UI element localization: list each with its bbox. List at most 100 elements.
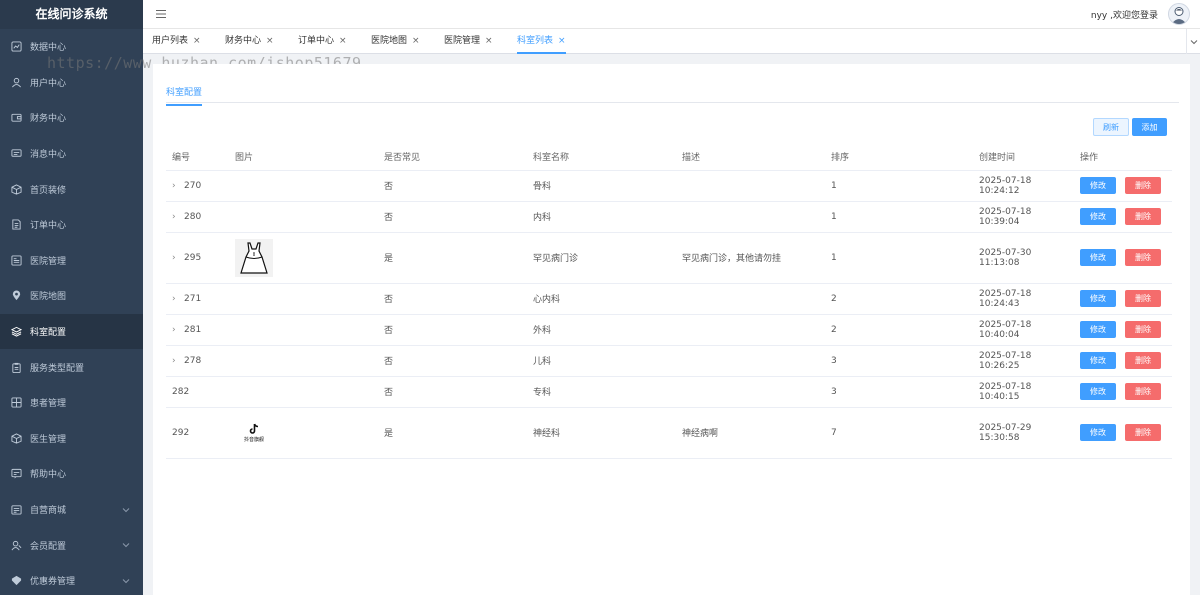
cell-name: 骨科 — [527, 170, 676, 202]
sidebar-item-label: 数据中心 — [30, 43, 67, 54]
tab-0[interactable]: 用户列表 × — [152, 29, 201, 54]
sidebar-item-label: 消息中心 — [30, 150, 67, 161]
sidebar-item-9[interactable]: 服务类型配置 — [0, 349, 143, 385]
edit-button[interactable]: 修改 — [1080, 352, 1116, 369]
cell-created-text: 2025-07-18 10:40:04 — [979, 319, 1032, 340]
tab-5[interactable]: 科室列表 × — [517, 29, 566, 54]
expand-chevron-icon[interactable]: › — [172, 356, 184, 366]
cell-actions: 修改 删除 — [1074, 314, 1172, 346]
sidebar-item-14[interactable]: 会员配置 — [0, 527, 143, 563]
close-icon[interactable]: × — [339, 36, 347, 46]
tab-1[interactable]: 财务中心 × — [225, 29, 274, 54]
cell-name-text: 神经科 — [533, 429, 561, 439]
sidebar-item-label: 财务中心 — [30, 114, 67, 125]
cell-id-text: 281 — [184, 324, 202, 335]
wallet-icon — [11, 112, 22, 123]
sidebar-item-10[interactable]: 患者管理 — [0, 385, 143, 421]
message-icon — [11, 148, 22, 159]
sidebar-item-label: 医院地图 — [30, 292, 67, 303]
douyin-logo-icon[interactable]: 抖音旗舰 — [235, 414, 273, 452]
cell-id-text: 271 — [184, 293, 202, 304]
cell-image — [229, 345, 378, 377]
sidebar-item-1[interactable]: 用户中心 — [0, 65, 143, 101]
delete-button[interactable]: 删除 — [1125, 352, 1161, 369]
column-header: 操作 — [1074, 143, 1172, 171]
close-icon[interactable]: × — [266, 36, 274, 46]
cell-common-text: 否 — [384, 213, 394, 223]
close-icon[interactable]: × — [412, 36, 420, 46]
avatar-icon[interactable] — [1168, 3, 1190, 25]
expand-chevron-icon[interactable]: › — [172, 253, 184, 263]
cell-sort-text: 1 — [831, 180, 837, 191]
delete-button[interactable]: 删除 — [1125, 290, 1161, 307]
tabs-more-chevron-icon[interactable] — [1186, 29, 1200, 54]
logo-caption: 抖音旗舰 — [243, 436, 264, 443]
sidebar-item-12[interactable]: 帮助中心 — [0, 456, 143, 492]
cell-actions: 修改 删除 — [1074, 283, 1172, 315]
location-icon — [11, 290, 22, 301]
cell-id: 292 — [166, 407, 229, 459]
cell-image — [229, 201, 378, 233]
box-icon — [11, 184, 22, 195]
edit-button[interactable]: 修改 — [1080, 383, 1116, 400]
close-icon[interactable]: × — [485, 36, 493, 46]
close-icon[interactable]: × — [193, 36, 201, 46]
layers-icon — [11, 326, 22, 337]
edit-button[interactable]: 修改 — [1080, 208, 1116, 225]
delete-button[interactable]: 删除 — [1125, 177, 1161, 194]
tab-4[interactable]: 医院管理 × — [444, 29, 493, 54]
expand-chevron-icon[interactable]: › — [172, 294, 184, 304]
cell-name-text: 内科 — [533, 213, 552, 223]
expand-chevron-icon[interactable]: › — [172, 181, 184, 191]
table-row: › 295 是 罕见病门诊 罕见病门诊，其他请勿挂 1 2025-07-30 11:13:0… — [166, 232, 1172, 284]
sidebar-item-6[interactable]: 医院管理 — [0, 243, 143, 279]
edit-button[interactable]: 修改 — [1080, 424, 1116, 441]
sidebar-item-15[interactable]: 优惠券管理 — [0, 563, 143, 595]
cell-name-text: 罕见病门诊 — [533, 254, 579, 264]
cell-created-text: 2025-07-18 10:24:43 — [979, 288, 1032, 309]
sidebar-item-4[interactable]: 首页装修 — [0, 171, 143, 207]
column-header: 科室名称 — [527, 143, 676, 171]
sidebar-item-0[interactable]: 数据中心 — [0, 29, 143, 65]
cell-image — [229, 170, 378, 202]
sidebar-item-2[interactable]: 财务中心 — [0, 100, 143, 136]
sidebar-item-8[interactable]: 科室配置 — [0, 313, 143, 350]
tab-2[interactable]: 订单中心 × — [298, 29, 347, 54]
dress-icon[interactable] — [235, 238, 273, 277]
sidebar-item-3[interactable]: 消息中心 — [0, 136, 143, 172]
edit-button[interactable]: 修改 — [1080, 177, 1116, 194]
sidebar-item-5[interactable]: 订单中心 — [0, 207, 143, 243]
add-button[interactable]: 添加 — [1132, 118, 1167, 136]
cell-common: 否 — [378, 283, 527, 315]
sidebar-item-7[interactable]: 医院地图 — [0, 278, 143, 314]
hamburger-icon[interactable] — [155, 8, 167, 20]
cell-sort: 3 — [825, 376, 973, 408]
expand-chevron-icon[interactable]: › — [172, 212, 184, 222]
cell-sort: 1 — [825, 232, 973, 284]
delete-button[interactable]: 删除 — [1125, 383, 1161, 400]
cell-id-text: 278 — [184, 355, 202, 366]
sidebar-item-label: 首页装修 — [30, 185, 67, 196]
column-header: 图片 — [229, 143, 378, 171]
close-icon[interactable]: × — [558, 36, 566, 46]
dashboard-icon — [11, 41, 22, 52]
sidebar-item-label: 订单中心 — [30, 221, 67, 232]
chevron-down-icon — [122, 507, 130, 512]
welcome-text: nyy ,欢迎您登录 — [1090, 10, 1158, 21]
cell-created-text: 2025-07-18 10:26:25 — [979, 350, 1032, 371]
sidebar-item-13[interactable]: 自营商城 — [0, 492, 143, 528]
expand-chevron-icon[interactable]: › — [172, 325, 184, 335]
cell-common-text: 否 — [384, 388, 394, 398]
delete-button[interactable]: 删除 — [1125, 321, 1161, 338]
refresh-button[interactable]: 刷新 — [1093, 118, 1129, 136]
edit-button[interactable]: 修改 — [1080, 290, 1116, 307]
delete-button[interactable]: 删除 — [1125, 208, 1161, 225]
sidebar-item-11[interactable]: 医生管理 — [0, 421, 143, 457]
edit-button[interactable]: 修改 — [1080, 249, 1116, 266]
cell-id: › 271 — [166, 283, 229, 315]
tab-3[interactable]: 医院地图 × — [371, 29, 420, 54]
edit-button[interactable]: 修改 — [1080, 321, 1116, 338]
cell-sort-text: 3 — [831, 355, 837, 366]
delete-button[interactable]: 删除 — [1125, 424, 1161, 441]
delete-button[interactable]: 删除 — [1125, 249, 1161, 266]
